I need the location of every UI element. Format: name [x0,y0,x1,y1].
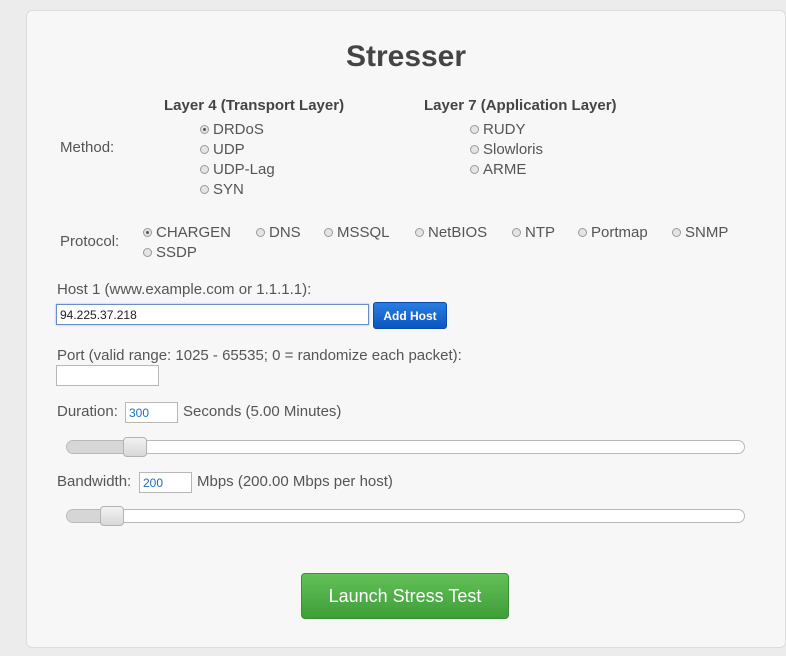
radio-circle [672,228,681,237]
radio-circle [512,228,521,237]
bandwidth-slider[interactable] [66,506,745,526]
radio-protocol-portmap[interactable]: Portmap [578,224,648,241]
radio-circle [200,145,209,154]
bandwidth-input[interactable] [139,472,192,493]
radio-label: ARME [483,161,527,178]
radio-circle [143,248,152,257]
host-input[interactable] [56,304,369,325]
radio-label: SSDP [156,244,197,261]
radio-label: RUDY [483,121,526,138]
radio-circle [470,165,479,174]
page-title: Stresser [345,40,467,73]
radio-label: CHARGEN [156,224,232,241]
protocol-label: Protocol: [60,233,120,250]
radio-protocol-ssdp[interactable]: SSDP [143,244,197,261]
bandwidth-label: Bandwidth: [57,473,132,490]
duration-label: Duration: [57,403,118,420]
radio-protocol-snmp[interactable]: SNMP [672,224,728,241]
stresser-panel [26,10,786,648]
duration-input[interactable] [125,402,178,423]
radio-circle [470,145,479,154]
add-host-button[interactable]: Add Host [373,302,447,329]
radio-label: SYN [213,181,244,198]
radio-circle [143,228,152,237]
radio-circle [200,165,209,174]
duration-suffix: Seconds (5.00 Minutes) [183,403,342,420]
radio-protocol-ntp[interactable]: NTP [512,224,555,241]
port-label: Port (valid range: 1025 - 65535; 0 = ran… [57,347,462,364]
radio-label: NTP [525,224,555,241]
radio-protocol-dns[interactable]: DNS [256,224,301,241]
radio-method-slowloris[interactable]: Slowloris [470,141,543,158]
radio-circle [200,185,209,194]
radio-circle [415,228,424,237]
port-input[interactable] [56,365,159,386]
page-background: Stresser Method: Layer 4 (Transport Laye… [0,0,786,656]
layer7-heading: Layer 7 (Application Layer) [424,97,617,114]
radio-method-rudy[interactable]: RUDY [470,121,526,138]
radio-label: Slowloris [483,141,544,158]
radio-circle [256,228,265,237]
radio-label: NetBIOS [428,224,488,241]
radio-label: UDP-Lag [213,161,275,178]
radio-circle [470,125,479,134]
radio-label: DRDoS [213,121,264,138]
radio-method-drdos[interactable]: DRDoS [200,121,264,138]
radio-method-syn[interactable]: SYN [200,181,244,198]
radio-circle [578,228,587,237]
radio-protocol-chargen[interactable]: CHARGEN [143,224,231,241]
radio-protocol-mssql[interactable]: MSSQL [324,224,390,241]
radio-label: DNS [269,224,301,241]
radio-label: MSSQL [337,224,390,241]
radio-label: Portmap [591,224,648,241]
method-label: Method: [60,139,115,156]
radio-label: UDP [213,141,245,158]
layer4-heading: Layer 4 (Transport Layer) [164,97,345,114]
radio-circle [200,125,209,134]
radio-method-arme[interactable]: ARME [470,161,526,178]
radio-label: SNMP [685,224,729,241]
host-label: Host 1 (www.example.com or 1.1.1.1): [57,281,312,298]
radio-circle [324,228,333,237]
radio-method-udp-lag[interactable]: UDP-Lag [200,161,275,178]
duration-slider-handle[interactable] [123,437,147,457]
radio-method-udp[interactable]: UDP [200,141,245,158]
launch-stress-test-button[interactable]: Launch Stress Test [301,573,509,619]
bandwidth-suffix: Mbps (200.00 Mbps per host) [197,473,393,490]
radio-protocol-netbios[interactable]: NetBIOS [415,224,487,241]
duration-slider[interactable] [66,437,745,457]
bandwidth-slider-handle[interactable] [100,506,124,526]
